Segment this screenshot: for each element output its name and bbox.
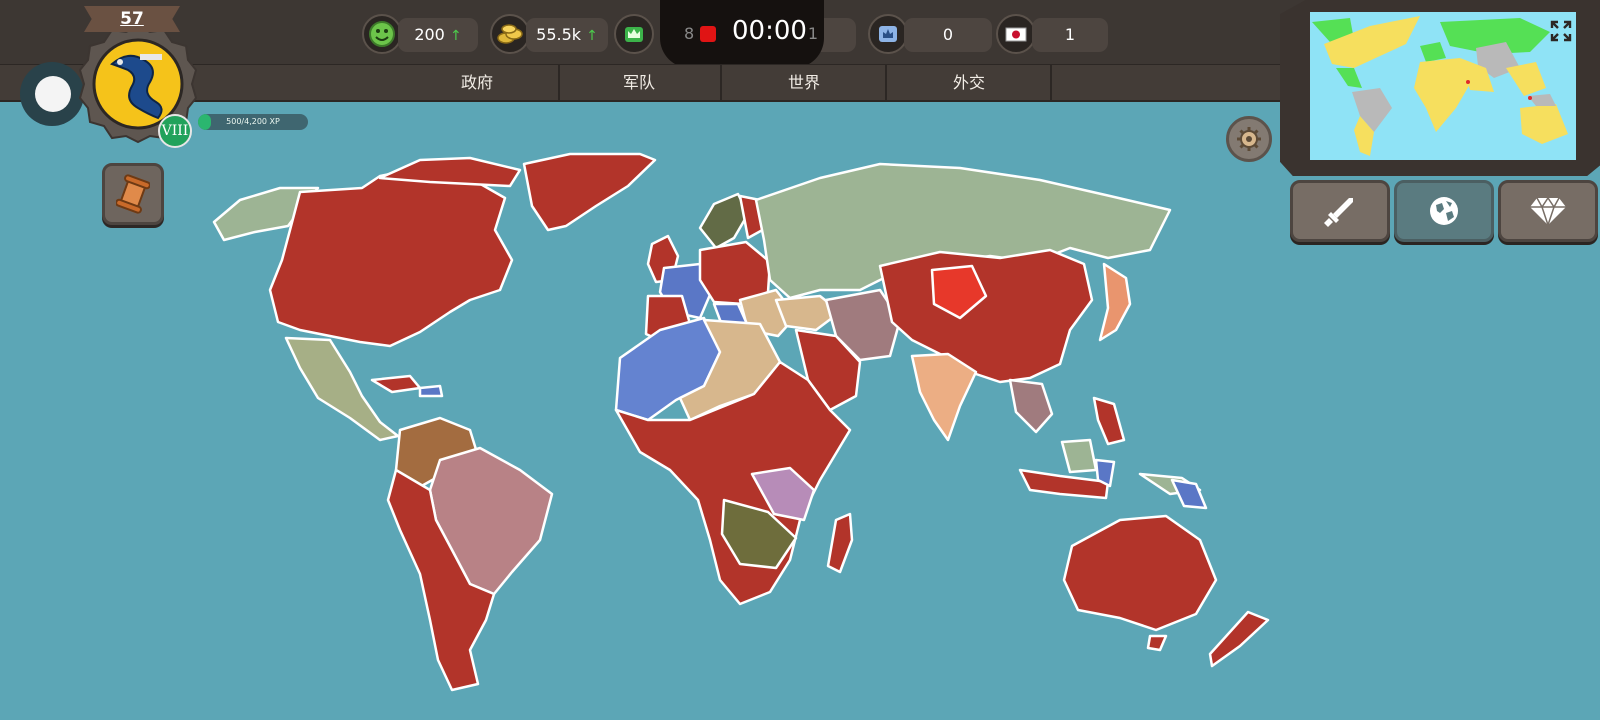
toggle-knob xyxy=(35,76,71,112)
record-icon xyxy=(700,26,716,42)
tab-world[interactable]: 世界 xyxy=(723,65,887,101)
region-north-america[interactable] xyxy=(268,166,514,348)
scroll-icon xyxy=(116,174,150,214)
toggle-switch[interactable] xyxy=(20,62,84,126)
region-madagascar[interactable] xyxy=(826,512,854,574)
crown-resource[interactable] xyxy=(614,14,656,54)
expand-icon[interactable] xyxy=(1550,20,1572,42)
region-tasmania[interactable] xyxy=(1146,634,1168,652)
region-greenland[interactable] xyxy=(522,152,657,232)
sword-icon xyxy=(1324,198,1353,227)
japan-flag-icon xyxy=(996,14,1036,54)
region-japan[interactable] xyxy=(1098,262,1132,342)
region-new-zealand[interactable] xyxy=(1208,610,1270,668)
timer-value: 00:00 xyxy=(732,16,807,46)
game-timer[interactable]: 8 00:00 1 xyxy=(660,0,824,68)
region-southeast-asia[interactable] xyxy=(1008,378,1054,434)
minimap[interactable] xyxy=(1310,12,1576,160)
region-borneo[interactable] xyxy=(1060,438,1098,474)
region-china[interactable] xyxy=(878,248,1094,384)
flag-value-pill: 1 xyxy=(1032,18,1108,52)
arrow-up-icon: ↑ xyxy=(449,28,462,44)
king-value: 0 xyxy=(942,25,954,44)
coins-icon xyxy=(490,14,530,54)
rank-badge: VIII xyxy=(158,114,192,148)
war-button[interactable] xyxy=(1290,180,1390,242)
premium-button[interactable] xyxy=(1498,180,1598,242)
smiley-icon xyxy=(362,14,402,54)
flag-resource[interactable]: 1 xyxy=(996,14,1108,54)
region-australia[interactable] xyxy=(1062,514,1218,632)
happiness-value: 200 xyxy=(414,25,445,44)
crown-icon xyxy=(614,14,654,54)
timer-right-count: 1 xyxy=(807,24,818,43)
timer-left-count: 8 xyxy=(684,24,695,43)
gold-resource[interactable]: 55.5k ↑ xyxy=(490,14,608,54)
tab-government[interactable]: 政府 xyxy=(396,65,560,101)
globe-icon xyxy=(1430,197,1458,225)
world-button[interactable] xyxy=(1394,180,1494,242)
diamond-icon xyxy=(1530,196,1566,226)
tab-army[interactable]: 军队 xyxy=(558,65,722,101)
region-papua[interactable] xyxy=(1170,478,1208,510)
settings-button[interactable] xyxy=(1226,116,1272,162)
region-philippines[interactable] xyxy=(1092,396,1126,446)
player-level: 57 xyxy=(84,6,180,32)
flag-value: 1 xyxy=(1064,25,1076,44)
region-indonesia[interactable] xyxy=(1018,468,1110,500)
region-caribbean[interactable] xyxy=(370,374,422,394)
arrow-up-icon: ↑ xyxy=(586,28,598,44)
xp-text: 500/4,200 XP xyxy=(226,117,280,126)
region-india[interactable] xyxy=(910,352,978,442)
king-icon xyxy=(868,14,908,54)
xp-bar: 500/4,200 XP xyxy=(198,114,308,130)
gold-value: 55.5k xyxy=(536,25,582,44)
quest-scroll-button[interactable] xyxy=(102,163,164,225)
king-resource[interactable]: 0 xyxy=(868,14,996,54)
gear-icon xyxy=(1237,127,1261,151)
happiness-resource[interactable]: 200 ↑ xyxy=(362,14,482,54)
king-value-pill: 0 xyxy=(904,18,992,52)
region-caribbean-east[interactable] xyxy=(418,384,444,398)
happiness-value-pill: 200 ↑ xyxy=(398,18,478,52)
tab-diplomacy[interactable]: 外交 xyxy=(888,65,1052,101)
region-mexico[interactable] xyxy=(284,336,400,442)
gold-value-pill: 55.5k ↑ xyxy=(526,18,608,52)
